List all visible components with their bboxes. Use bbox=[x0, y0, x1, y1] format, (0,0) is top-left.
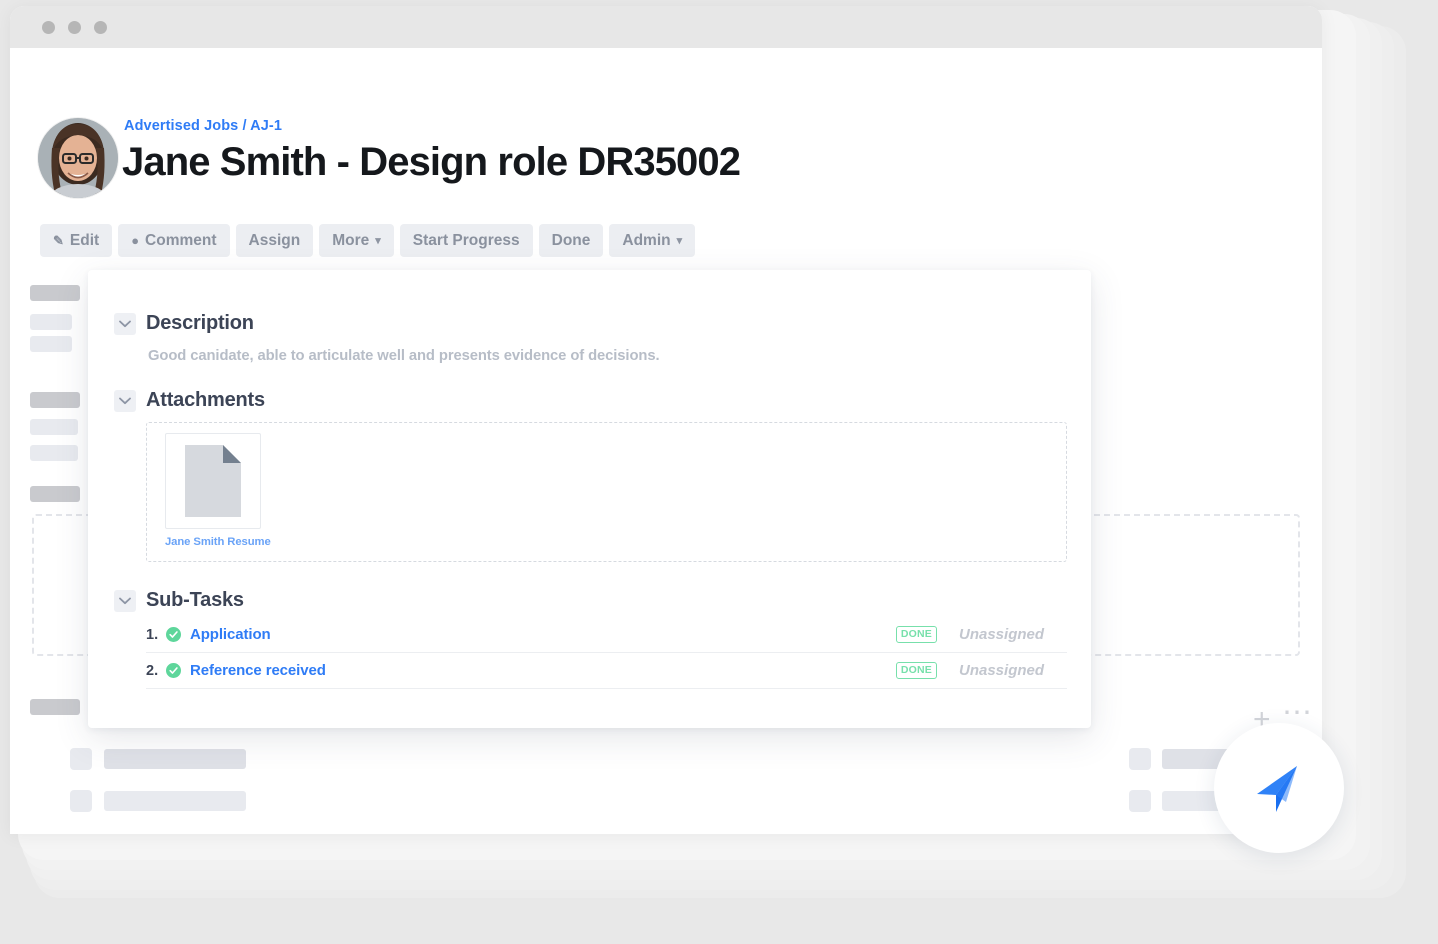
attachments-section-header: Attachments bbox=[114, 389, 265, 412]
subtasks-list: 1. Application DONE Unassigned 2. bbox=[146, 617, 1067, 689]
skeleton-row-checkbox bbox=[70, 790, 92, 812]
subtask-assignee[interactable]: Unassigned bbox=[959, 662, 1067, 679]
skeleton-bar bbox=[30, 285, 80, 301]
skeleton-bar bbox=[30, 392, 80, 408]
description-section-header: Description bbox=[114, 312, 254, 335]
skeleton-bar bbox=[30, 314, 72, 330]
skeleton-bar bbox=[30, 419, 78, 435]
edit-button[interactable]: ✎ Edit bbox=[40, 224, 112, 257]
browser-window: + ⋯ bbox=[10, 6, 1322, 834]
attachment-item[interactable]: Jane Smith Resume bbox=[165, 433, 261, 548]
attachments-heading: Attachments bbox=[146, 389, 265, 412]
skeleton-bar bbox=[30, 486, 80, 502]
issue-detail-card: Description Good canidate, able to artic… bbox=[88, 270, 1091, 728]
skeleton-bar bbox=[30, 336, 72, 352]
subtasks-collapse-toggle[interactable] bbox=[114, 590, 136, 612]
admin-button-label: Admin bbox=[622, 232, 670, 250]
description-collapse-toggle[interactable] bbox=[114, 313, 136, 335]
send-paper-plane-icon bbox=[1245, 754, 1313, 822]
comment-button-label: Comment bbox=[145, 232, 216, 250]
skeleton-row-checkbox bbox=[70, 748, 92, 770]
check-circle-icon bbox=[166, 627, 181, 642]
comment-icon: ● bbox=[131, 234, 139, 247]
subtask-index: 2. bbox=[146, 663, 166, 679]
start-progress-button[interactable]: Start Progress bbox=[400, 224, 533, 257]
attachments-collapse-toggle[interactable] bbox=[114, 390, 136, 412]
status-badge: DONE bbox=[896, 662, 937, 679]
subtask-assignee[interactable]: Unassigned bbox=[959, 626, 1067, 643]
status-badge: DONE bbox=[896, 626, 937, 643]
action-toolbar: ✎ Edit ● Comment Assign More ▾ Start Pro… bbox=[40, 224, 695, 257]
start-progress-button-label: Start Progress bbox=[413, 232, 520, 250]
attachment-name[interactable]: Jane Smith Resume bbox=[165, 536, 261, 548]
subtask-label[interactable]: Application bbox=[190, 626, 896, 643]
chevron-down-icon bbox=[119, 397, 131, 405]
skeleton-bar bbox=[30, 699, 80, 715]
edit-button-label: Edit bbox=[70, 232, 99, 250]
skeleton-row-checkbox bbox=[1129, 790, 1151, 812]
pencil-icon: ✎ bbox=[53, 234, 64, 247]
skeleton-row-checkbox bbox=[1129, 748, 1151, 770]
skeleton-row-bar bbox=[104, 791, 246, 811]
skeleton-bar bbox=[30, 445, 78, 461]
done-button[interactable]: Done bbox=[539, 224, 604, 257]
description-heading: Description bbox=[146, 312, 254, 335]
subtasks-heading: Sub-Tasks bbox=[146, 589, 244, 612]
subtasks-section-header: Sub-Tasks bbox=[114, 589, 244, 612]
chevron-down-icon: ▾ bbox=[375, 234, 381, 247]
breadcrumb[interactable]: Advertised Jobs / AJ-1 bbox=[124, 118, 282, 134]
send-message-button[interactable] bbox=[1214, 723, 1344, 853]
subtask-status-check bbox=[166, 627, 190, 642]
chevron-down-icon: ▾ bbox=[677, 234, 683, 247]
attachment-dropzone[interactable]: Jane Smith Resume bbox=[146, 422, 1067, 562]
avatar bbox=[38, 118, 118, 198]
avatar-portrait-icon bbox=[38, 118, 118, 198]
page-title: Jane Smith - Design role DR35002 bbox=[122, 140, 740, 185]
table-row[interactable]: 1. Application DONE Unassigned bbox=[146, 617, 1067, 653]
check-circle-icon bbox=[166, 663, 181, 678]
subtask-status-check bbox=[166, 663, 190, 678]
minimize-dot[interactable] bbox=[68, 21, 81, 34]
document-file-icon bbox=[185, 445, 241, 517]
subtask-index: 1. bbox=[146, 627, 166, 643]
maximize-dot[interactable] bbox=[94, 21, 107, 34]
skeleton-row-bar bbox=[104, 749, 246, 769]
attachment-thumbnail[interactable] bbox=[165, 433, 261, 529]
comment-button[interactable]: ● Comment bbox=[118, 224, 229, 257]
done-button-label: Done bbox=[552, 232, 591, 250]
table-row[interactable]: 2. Reference received DONE Unassigned bbox=[146, 653, 1067, 689]
assign-button[interactable]: Assign bbox=[236, 224, 314, 257]
more-button[interactable]: More ▾ bbox=[319, 224, 394, 257]
close-dot[interactable] bbox=[42, 21, 55, 34]
page-body: + ⋯ bbox=[10, 48, 1322, 834]
window-titlebar bbox=[10, 6, 1322, 48]
admin-button[interactable]: Admin ▾ bbox=[609, 224, 695, 257]
chevron-down-icon bbox=[119, 597, 131, 605]
more-button-label: More bbox=[332, 232, 369, 250]
chevron-down-icon bbox=[119, 320, 131, 328]
description-body: Good canidate, able to articulate well a… bbox=[148, 348, 659, 364]
subtask-label[interactable]: Reference received bbox=[190, 662, 896, 679]
assign-button-label: Assign bbox=[249, 232, 301, 250]
